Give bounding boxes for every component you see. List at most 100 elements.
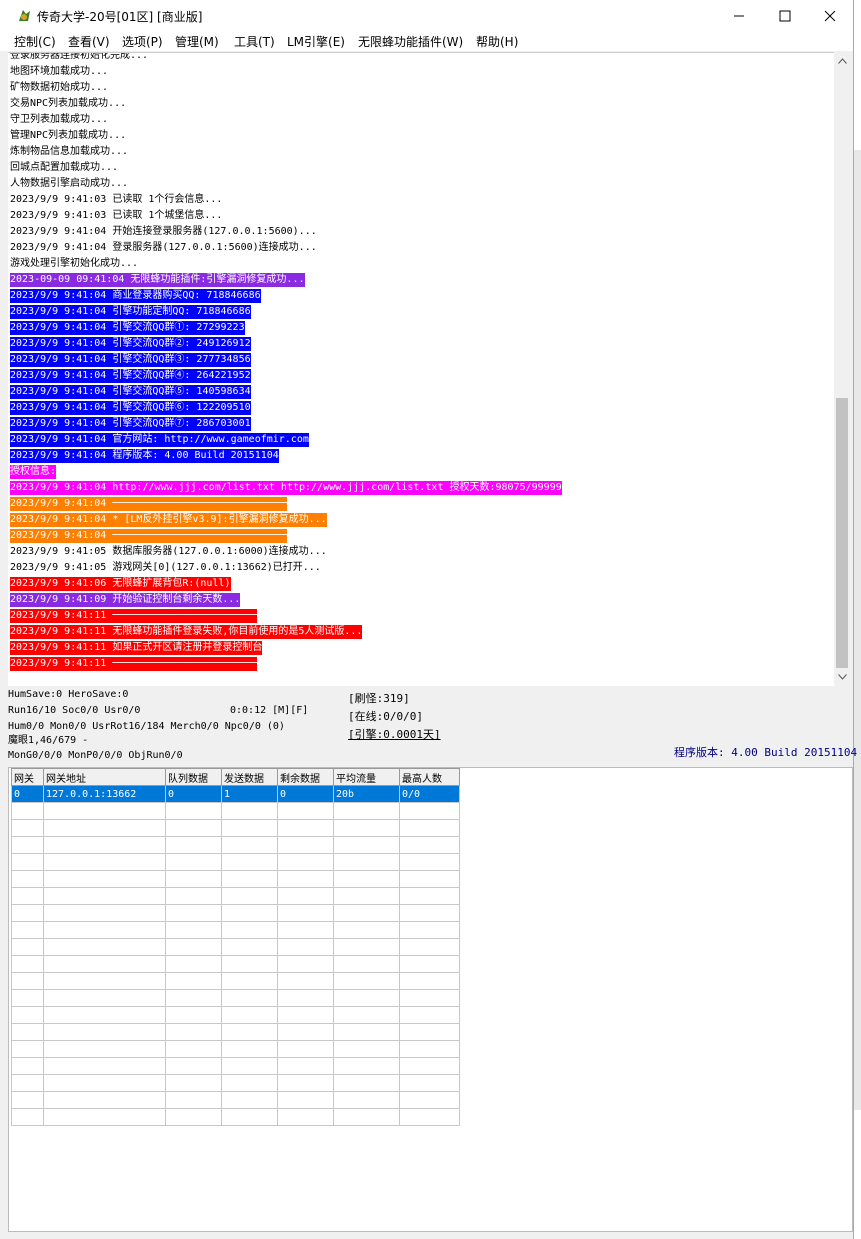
background-window-edge [853, 150, 861, 1110]
minimize-button[interactable] [716, 0, 762, 31]
log-line: 2023/9/9 9:41:11 ───────────────────────… [10, 657, 257, 671]
table-cell [333, 870, 400, 888]
column-header[interactable]: 网关 [11, 768, 44, 786]
log-line: 2023/9/9 9:41:04 ───────────────────────… [10, 529, 287, 543]
table-cell [277, 1091, 334, 1109]
menu-tools[interactable]: 工具(T) [234, 33, 275, 50]
table-cell [165, 836, 222, 854]
table-cell [333, 989, 400, 1007]
table-cell [11, 853, 44, 871]
empty-table-row[interactable] [11, 853, 460, 871]
empty-table-row[interactable] [11, 1057, 460, 1075]
empty-table-row[interactable] [11, 836, 460, 854]
empty-table-row[interactable] [11, 819, 460, 837]
scroll-up-button[interactable] [834, 52, 851, 69]
table-cell [165, 1108, 222, 1126]
table-cell [43, 972, 166, 990]
empty-table-row[interactable] [11, 802, 460, 820]
column-header[interactable]: 最高人数 [399, 768, 460, 786]
column-header[interactable]: 剩余数据 [277, 768, 334, 786]
app-icon [19, 10, 30, 21]
empty-table-row[interactable] [11, 1074, 460, 1092]
empty-table-row[interactable] [11, 1006, 460, 1024]
table-cell [43, 870, 166, 888]
table-cell [43, 802, 166, 820]
table-cell [221, 1074, 278, 1092]
empty-table-row[interactable] [11, 1040, 460, 1058]
table-cell [43, 1040, 166, 1058]
table-cell [399, 819, 460, 837]
menu-help[interactable]: 帮助(H) [476, 33, 518, 50]
table-cell [221, 938, 278, 956]
table-cell [43, 938, 166, 956]
empty-table-row[interactable] [11, 972, 460, 990]
empty-table-row[interactable] [11, 904, 460, 922]
empty-table-row[interactable] [11, 870, 460, 888]
table-cell [221, 1108, 278, 1126]
table-cell [11, 1074, 44, 1092]
table-cell [399, 1091, 460, 1109]
table-cell [399, 1108, 460, 1126]
log-line: 管理NPC列表加载成功... [10, 130, 127, 141]
table-cell [277, 921, 334, 939]
menu-options[interactable]: 选项(P) [122, 33, 163, 50]
empty-table-row[interactable] [11, 1023, 460, 1041]
scrollbar-thumb[interactable] [836, 398, 848, 668]
engine-days-link[interactable]: [引擎:0.0001天] [348, 728, 441, 742]
log-line: 2023/9/9 9:41:06 无限蜂扩展背包R:(null) [10, 577, 231, 591]
status-panel: HumSave:0 HeroSave:0 Run16/10 Soc0/0 Usr… [0, 688, 857, 765]
table-cell [277, 887, 334, 905]
table-cell [277, 1006, 334, 1024]
menu-view[interactable]: 查看(V) [68, 33, 110, 50]
chevron-down-icon [838, 673, 847, 680]
table-cell [43, 887, 166, 905]
table-cell [165, 870, 222, 888]
log-line: 地图环境加载成功... [10, 66, 109, 77]
log-line: 炼制物品信息加载成功... [10, 146, 129, 157]
log-line: 2023/9/9 9:41:04 ───────────────────────… [10, 497, 287, 511]
table-cell [333, 1108, 400, 1126]
empty-table-row[interactable] [11, 989, 460, 1007]
table-cell [165, 1074, 222, 1092]
table-cell [277, 938, 334, 956]
empty-table-row[interactable] [11, 955, 460, 973]
main-window: 传奇大学-20号[01区] [商业版] 控制(C) 查看(V) 选项(P) 管理… [0, 0, 857, 1239]
log-line: 2023/9/9 9:41:05 数据库服务器(127.0.0.1:6000)连… [10, 546, 327, 557]
table-cell [277, 1074, 334, 1092]
empty-table-row[interactable] [11, 887, 460, 905]
menu-manage[interactable]: 管理(M) [175, 33, 219, 50]
column-header[interactable]: 平均流量 [333, 768, 400, 786]
menu-plugin[interactable]: 无限蜂功能插件(W) [358, 33, 463, 50]
table-cell [221, 1057, 278, 1075]
empty-table-row[interactable] [11, 921, 460, 939]
table-row[interactable]: 0 127.0.0.1:13662 0 1 0 20b 0/0 [11, 785, 460, 803]
magic-eye-status: 魔眼1,46/679 - [8, 735, 89, 746]
maximize-icon [779, 10, 791, 21]
menu-control[interactable]: 控制(C) [14, 33, 56, 50]
column-header[interactable]: 队列数据 [165, 768, 222, 786]
log-line: 2023/9/9 9:41:04 登录服务器(127.0.0.1:5600)连接… [10, 242, 317, 253]
table-cell [11, 1006, 44, 1024]
empty-table-row[interactable] [11, 1091, 460, 1109]
log-line: 2023/9/9 9:41:11 无限蜂功能插件登录失败,你目前使用的是5人测试… [10, 625, 363, 639]
title-bar[interactable]: 传奇大学-20号[01区] [商业版] [0, 0, 853, 31]
run-status: Run16/10 Soc0/0 Usr0/0 [8, 705, 141, 716]
gateway-table[interactable]: 网关 网关地址 队列数据 发送数据 剩余数据 平均流量 最高人数 0 127.0.0.1:13… [11, 768, 460, 1126]
table-cell [277, 1057, 334, 1075]
column-header[interactable]: 网关地址 [43, 768, 166, 786]
empty-table-row[interactable] [11, 1108, 460, 1126]
table-cell [221, 989, 278, 1007]
table-cell [221, 921, 278, 939]
column-header[interactable]: 发送数据 [221, 768, 278, 786]
close-button[interactable] [807, 0, 853, 31]
table-cell [333, 1006, 400, 1024]
log-line: 矿物数据初始成功... [10, 82, 109, 93]
empty-table-row[interactable] [11, 938, 460, 956]
maximize-button[interactable] [762, 0, 808, 31]
table-cell [11, 887, 44, 905]
menu-lm-engine[interactable]: LM引擎(E) [287, 33, 345, 50]
table-cell [221, 870, 278, 888]
log-output[interactable]: 登录服务器连接初始化完成... 地图环境加载成功... 矿物数据初始成功... 交易N… [8, 52, 835, 686]
scroll-down-button[interactable] [834, 668, 851, 685]
table-cell [221, 887, 278, 905]
